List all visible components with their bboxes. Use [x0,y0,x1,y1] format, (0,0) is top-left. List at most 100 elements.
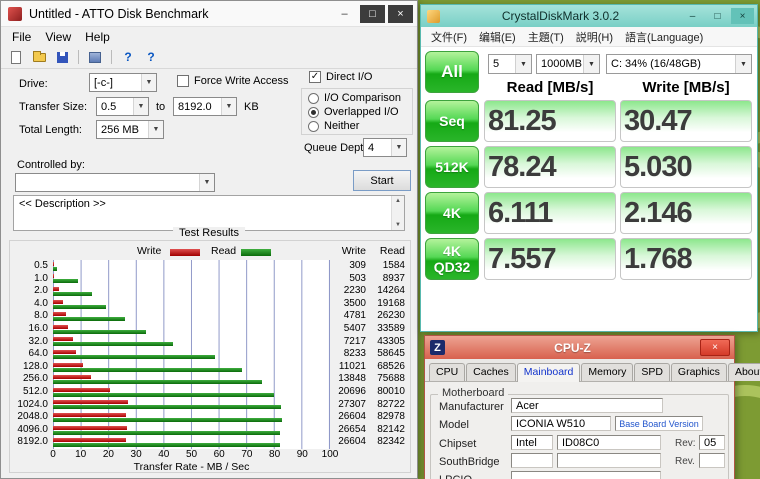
controlled-by-label: Controlled by: [17,159,85,171]
menu-file[interactable]: File [5,30,38,44]
maximize-button[interactable]: □ [706,8,729,24]
cdm-titlebar[interactable]: CrystalDiskMark 3.0.2 – □ × [421,5,757,27]
write-value: 11021 [330,361,366,374]
scroll-up-icon[interactable]: ▲ [395,198,401,204]
atto-result-row: 4.0350019168 [13,298,405,311]
tab-mainboard[interactable]: Mainboard [517,363,581,382]
minimize-button[interactable]: – [681,8,704,24]
atto-result-row: 4096.02665482142 [13,424,405,437]
menu-help[interactable]: Help [78,30,117,44]
transfer-size-from-select[interactable]: 0.5 ▼ [96,97,149,116]
cpuz-window: Z CPU-Z × CPU Caches Mainboard Memory SP… [424,335,735,479]
menu-theme[interactable]: 主題(T) [522,29,570,45]
write-bar [53,262,54,266]
tab-about[interactable]: About [728,363,760,381]
transfer-size-tick: 128.0 [13,361,53,374]
read-value: 82342 [366,436,405,449]
atto-result-row: 1024.02730782722 [13,399,405,412]
test-size-select[interactable]: 1000MB ▼ [536,54,600,74]
tab-caches[interactable]: Caches [466,363,516,381]
chipset-rev-label: Rev: [675,438,696,449]
test-results-title: Test Results [173,227,245,239]
4k-test-button[interactable]: 4K [425,192,479,234]
close-button[interactable]: × [731,8,754,24]
tab-spd[interactable]: SPD [634,363,670,381]
write-bar [53,325,68,329]
512k-test-button[interactable]: 512K [425,146,479,188]
overlapped-io-radio[interactable]: Overlapped I/O [308,106,399,118]
read-bar [53,368,242,372]
seq-test-button[interactable]: Seq [425,100,479,142]
start-button[interactable]: Start [353,170,411,191]
read-legend-swatch [241,249,271,256]
close-button[interactable]: × [388,5,413,23]
chipset-rev-field: 05 [699,435,725,450]
checkbox-check-icon: ✓ [309,71,321,83]
target-drive-select[interactable]: C: 34% (16/48GB) ▼ [606,54,752,74]
4k-read-value: 6.111 [484,192,616,234]
4k-qd32-read-value: 7.557 [484,238,616,280]
cpuz-titlebar[interactable]: Z CPU-Z × [425,336,734,359]
direct-io-checkbox[interactable]: ✓ Direct I/O [309,71,372,83]
open-file-icon[interactable] [30,49,48,66]
scroll-down-icon[interactable]: ▼ [395,222,401,228]
context-help-icon[interactable]: ? [142,49,160,66]
chart-row [53,336,330,349]
southbridge-rev-field [699,453,725,468]
manufacturer-label: Manufacturer [439,401,504,413]
controlled-by-select[interactable]: ▼ [15,173,215,192]
menu-view[interactable]: View [38,30,78,44]
transfer-size-label: Transfer Size: [19,101,87,113]
drive-value: [-c-] [90,74,141,91]
tab-cpu[interactable]: CPU [429,363,465,381]
maximize-button[interactable]: □ [360,5,385,23]
menu-language[interactable]: 語言(Language) [619,29,709,45]
transfer-size-tick: 4.0 [13,298,53,311]
read-value: 80010 [366,386,405,399]
description-box[interactable]: << Description >> ▲ ▼ [13,195,405,231]
io-comparison-radio[interactable]: I/O Comparison [308,92,401,104]
description-scrollbar[interactable]: ▲ ▼ [391,196,404,230]
about-help-icon[interactable]: ? [119,49,137,66]
overlapped-io-label: Overlapped I/O [324,106,399,118]
atto-titlebar[interactable]: Untitled - ATTO Disk Benchmark – □ × [1,1,417,27]
read-value: 82142 [366,424,405,437]
read-column-header: Read [366,245,405,257]
all-test-button[interactable]: All [425,51,479,93]
chart-row [53,273,330,286]
minimize-button[interactable]: – [332,5,357,23]
new-file-icon[interactable] [7,49,25,66]
read-bar [53,317,125,321]
tab-graphics[interactable]: Graphics [671,363,727,381]
force-write-access-checkbox[interactable]: Force Write Access [177,75,289,87]
close-button[interactable]: × [700,339,730,356]
transfer-size-to-select[interactable]: 8192.0 ▼ [173,97,237,116]
4k-qd32-test-button[interactable]: 4K QD32 [425,238,479,280]
transfer-size-tick: 8.0 [13,310,53,323]
total-length-select[interactable]: 256 MB ▼ [96,120,164,139]
chart-row [53,285,330,298]
tab-memory[interactable]: Memory [581,363,633,381]
legend-write-label: Write [137,245,161,257]
chart-row [53,310,330,323]
read-bar [53,279,78,283]
transfer-size-tick: 1024.0 [13,399,53,412]
view-grid-icon[interactable] [86,49,104,66]
southbridge-name-field [557,453,661,468]
menu-edit[interactable]: 编辑(E) [473,29,522,45]
atto-menubar: File View Help [1,27,417,46]
menu-help[interactable]: 説明(H) [570,29,619,45]
test-count-select[interactable]: 5 ▼ [488,54,532,74]
write-value: 26604 [330,411,366,424]
queue-depth-select[interactable]: 4 ▼ [363,138,407,157]
io-comparison-label: I/O Comparison [324,92,401,104]
menu-file[interactable]: 文件(F) [425,29,473,45]
read-bar [53,405,281,409]
test-size-value: 1000MB [537,55,583,73]
write-value: 20696 [330,386,366,399]
description-text: << Description >> [19,198,106,210]
neither-radio[interactable]: Neither [308,120,359,132]
atto-result-row: 8192.02660482342 [13,436,405,449]
save-file-icon[interactable] [53,49,71,66]
drive-select[interactable]: [-c-] ▼ [89,73,157,92]
